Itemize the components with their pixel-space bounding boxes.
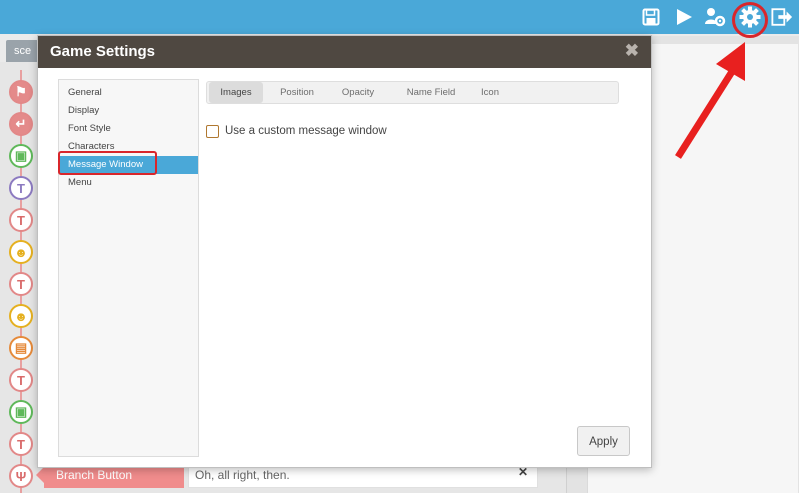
tab-position[interactable]: Position (269, 82, 325, 103)
flag-icon[interactable]: ⚑ (9, 80, 33, 104)
sidebar-item-font-style[interactable]: Font Style (59, 120, 198, 138)
custom-window-checkbox[interactable] (206, 125, 219, 138)
sidebar-item-display[interactable]: Display (59, 102, 198, 120)
arrow-icon[interactable]: ↵ (9, 112, 33, 136)
tab-images[interactable]: Images (209, 82, 263, 103)
settings-sidebar: General Display Font Style Characters Me… (58, 79, 199, 457)
export-icon[interactable] (771, 6, 793, 28)
branch-icon[interactable]: Ψ (9, 464, 33, 488)
settings-tabs: Images Position Opacity Name Field Icon (206, 81, 619, 104)
image-icon[interactable]: ▣ (9, 400, 33, 424)
text-icon[interactable]: T (9, 272, 33, 296)
characters-icon[interactable] (704, 6, 726, 28)
sidebar-item-general[interactable]: General (59, 84, 198, 102)
sidebar-item-menu[interactable]: Menu (59, 174, 198, 192)
game-settings-dialog: Game Settings ✖ General Display Font Sty… (37, 35, 652, 468)
text-effect-icon[interactable]: T (9, 176, 33, 200)
image-icon[interactable]: ▣ (9, 144, 33, 168)
dialog-title: Game Settings (50, 43, 156, 60)
tab-icon[interactable]: Icon (469, 82, 511, 103)
save-icon[interactable] (640, 6, 662, 28)
character-icon[interactable]: ☻ (9, 240, 33, 264)
tab-opacity[interactable]: Opacity (331, 82, 385, 103)
character-move-icon[interactable]: ☻ (9, 304, 33, 328)
gear-highlight-circle (732, 2, 768, 38)
top-toolbar (0, 0, 799, 34)
text-icon[interactable]: T (9, 368, 33, 392)
play-icon[interactable] (673, 6, 695, 28)
apply-button[interactable]: Apply (577, 426, 630, 456)
tab-name-field[interactable]: Name Field (393, 82, 469, 103)
text-icon[interactable]: T (9, 432, 33, 456)
close-icon[interactable]: ✖ (625, 41, 639, 61)
dialog-header: Game Settings ✖ (38, 36, 651, 68)
document-icon[interactable]: ▤ (9, 336, 33, 360)
highlight-box (58, 151, 157, 175)
text-icon[interactable]: T (9, 208, 33, 232)
custom-window-label: Use a custom message window (225, 125, 387, 137)
